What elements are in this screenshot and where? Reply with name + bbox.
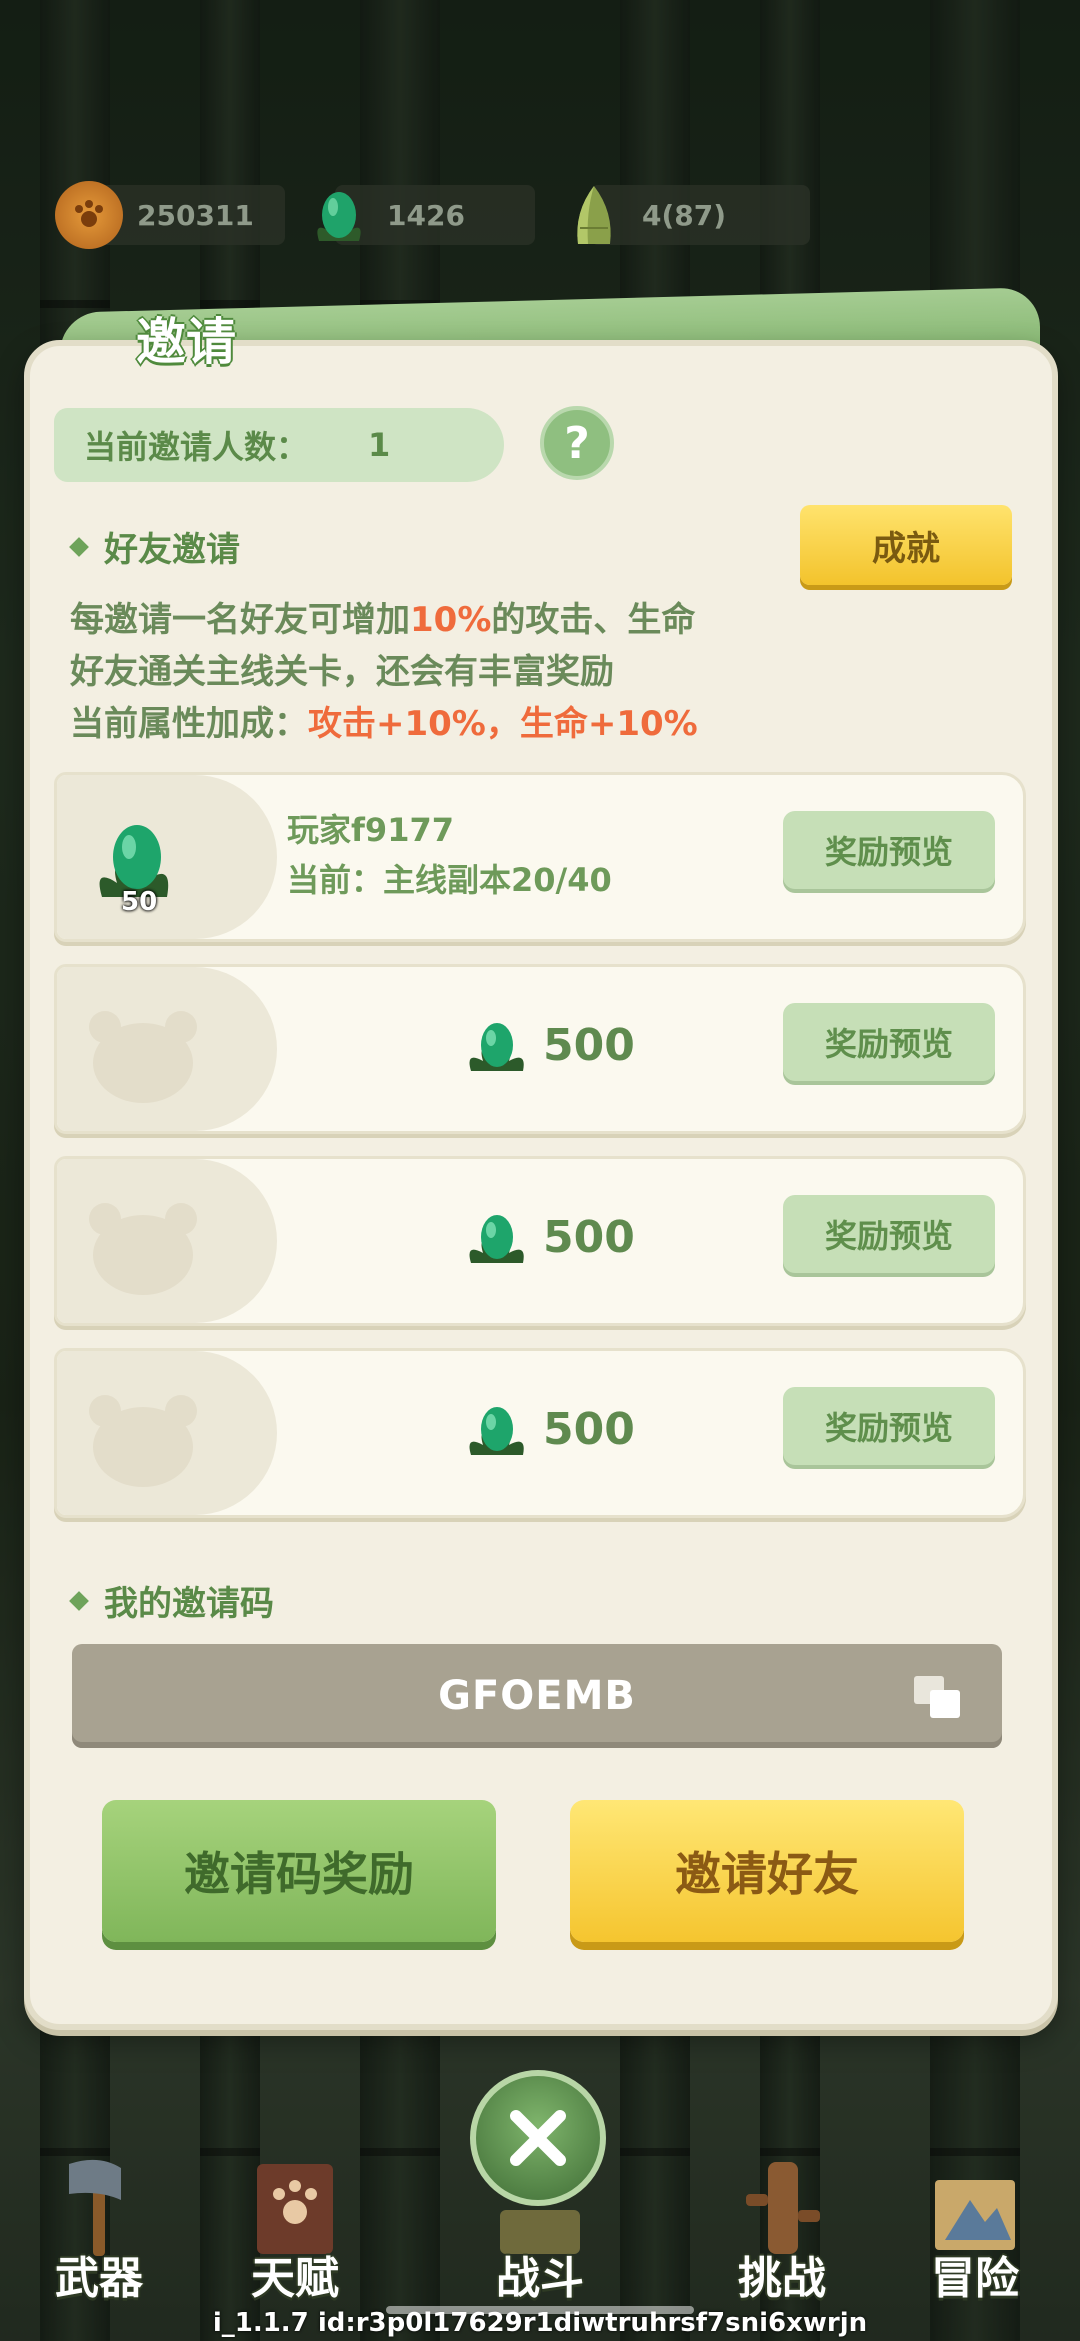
green-egg-icon [469, 1407, 524, 1455]
invite-code-header: 我的邀请码 [69, 1576, 274, 1625]
avatar-badge: 50 [121, 887, 158, 917]
empty-invite-card: 500 奖励预览 [54, 964, 1026, 1134]
reward-preview-button[interactable]: 奖励预览 [783, 1387, 995, 1465]
help-button[interactable]: ? [540, 406, 614, 480]
nav-adventure-label: 冒险 [931, 2253, 1019, 2304]
nav-talent-label: 天赋 [251, 2253, 339, 2304]
paw-coin-icon [55, 181, 123, 249]
coins-value: 250311 [137, 198, 254, 232]
reward-preview-button[interactable]: 奖励预览 [783, 1003, 995, 1081]
reward-amount: 500 [543, 1211, 635, 1263]
modal-title: 邀请 [136, 313, 236, 371]
nav-talent[interactable]: 天赋 [220, 2130, 370, 2330]
bamboo-shoot-icon [560, 181, 628, 249]
friend-card: 50 玩家f9177 当前：主线副本20/40 奖励预览 [54, 772, 1026, 942]
close-icon [510, 2110, 566, 2166]
diamond-bullet-icon [69, 1590, 89, 1611]
copy-icon[interactable] [912, 1674, 964, 1722]
bear-silhouette-icon [89, 1011, 197, 1103]
invite-code-reward-button[interactable]: 邀请码奖励 [102, 1800, 496, 1942]
invite-count-label: 当前邀请人数： [84, 428, 309, 466]
desc-line-2: 好友通关主线关卡，还会有丰富奖励 [70, 652, 614, 692]
invite-count-box: 当前邀请人数： 1 [54, 408, 504, 482]
invite-code-field: GFOEMB [72, 1644, 1002, 1748]
friend-invite-title: 好友邀请 [104, 530, 240, 570]
shoots-value: 4(87) [642, 198, 727, 232]
diamond-bullet-icon [69, 536, 89, 557]
invite-friend-button[interactable]: 邀请好友 [570, 1800, 964, 1942]
bonus-percent: 10% [410, 600, 492, 640]
bear-silhouette-icon [89, 1203, 197, 1295]
nav-challenge-label: 挑战 [738, 2253, 826, 2304]
reward: 500 [463, 1205, 635, 1269]
reward-amount: 500 [543, 1019, 635, 1071]
desc-line-3: 当前属性加成：攻击+10%，生命+10% [70, 704, 698, 744]
friend-progress: 当前：主线副本20/40 [287, 861, 612, 899]
empty-invite-card: 500 奖励预览 [54, 1156, 1026, 1326]
friend-name: 玩家f9177 [287, 811, 454, 849]
green-egg-icon [469, 1023, 524, 1071]
nav-weapon[interactable]: 武器 [24, 2130, 174, 2330]
close-button[interactable] [470, 2070, 606, 2206]
reward: 500 [463, 1013, 635, 1077]
green-egg-icon [305, 181, 373, 249]
current-bonus: 攻击+10%，生命+10% [308, 704, 698, 744]
eggs-value: 1426 [387, 198, 465, 232]
reward-preview-button[interactable]: 奖励预览 [783, 811, 995, 889]
achievement-button[interactable]: 成就 [800, 505, 1012, 585]
green-egg-icon [469, 1215, 524, 1263]
friend-invite-header: 好友邀请 [69, 522, 240, 571]
friend-avatar: 50 [87, 805, 197, 917]
invite-count-value: 1 [368, 426, 391, 464]
bear-silhouette-icon [89, 1395, 197, 1487]
nav-weapon-label: 武器 [55, 2253, 143, 2304]
nav-battle-label: 战斗 [496, 2253, 584, 2304]
reward-preview-button[interactable]: 奖励预览 [783, 1195, 995, 1273]
invite-code-value: GFOEMB [438, 1673, 636, 1719]
home-indicator[interactable] [386, 2306, 694, 2314]
reward: 500 [463, 1397, 635, 1461]
reward-amount: 500 [543, 1403, 635, 1455]
desc-line-1: 每邀请一名好友可增加10%的攻击、生命 [70, 600, 696, 640]
empty-invite-card: 500 奖励预览 [54, 1348, 1026, 1518]
invite-code-title: 我的邀请码 [104, 1584, 274, 1624]
nav-adventure[interactable]: 冒险 [900, 2130, 1050, 2330]
nav-challenge[interactable]: 挑战 [707, 2130, 857, 2330]
